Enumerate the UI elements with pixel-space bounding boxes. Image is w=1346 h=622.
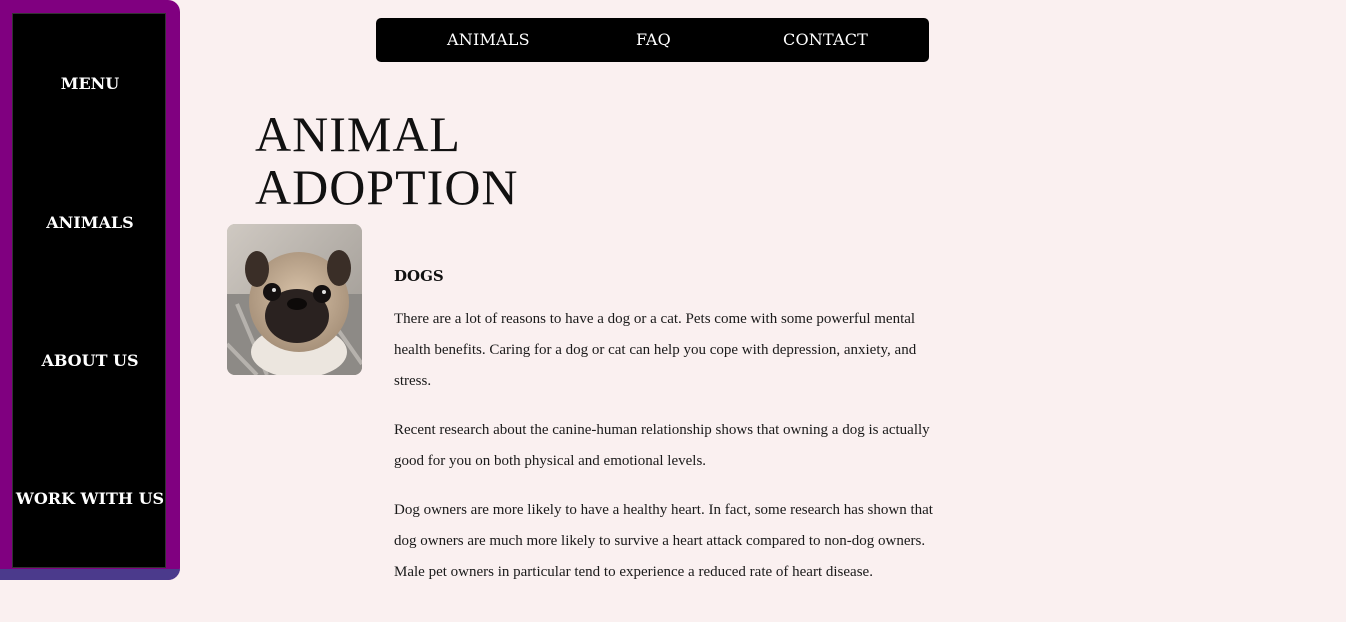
sidebar-bottom-border	[0, 569, 180, 580]
sidebar: MENU ANIMALS ABOUT US WORK WITH US	[0, 0, 180, 580]
paragraph-2: Recent research about the canine-human r…	[394, 422, 930, 469]
pug-image	[227, 224, 362, 375]
paragraph-1: There are a lot of reasons to have a dog…	[394, 311, 917, 389]
page-title-line-2: ADOPTION	[255, 159, 519, 215]
sidebar-item-animals[interactable]: ANIMALS	[13, 213, 167, 232]
paragraph-3: Dog owners are more likely to have a hea…	[394, 502, 933, 580]
page-title: ANIMAL ADOPTION	[255, 108, 575, 214]
sidebar-item-menu[interactable]: MENU	[13, 74, 167, 93]
pug-photo	[227, 224, 362, 375]
sidebar-menu: MENU ANIMALS ABOUT US WORK WITH US	[12, 13, 166, 568]
nav-link-faq[interactable]: FAQ	[636, 30, 671, 49]
sidebar-item-work-with-us[interactable]: WORK WITH US	[13, 489, 167, 508]
page-title-line-1: ANIMAL	[255, 106, 461, 162]
section-heading-dogs: DOGS	[394, 267, 444, 285]
nav-link-contact[interactable]: CONTACT	[783, 30, 868, 49]
nav-link-animals[interactable]: ANIMALS	[447, 30, 530, 49]
top-navigation: ANIMALS FAQ CONTACT	[376, 18, 929, 62]
sidebar-item-about-us[interactable]: ABOUT US	[13, 351, 167, 370]
